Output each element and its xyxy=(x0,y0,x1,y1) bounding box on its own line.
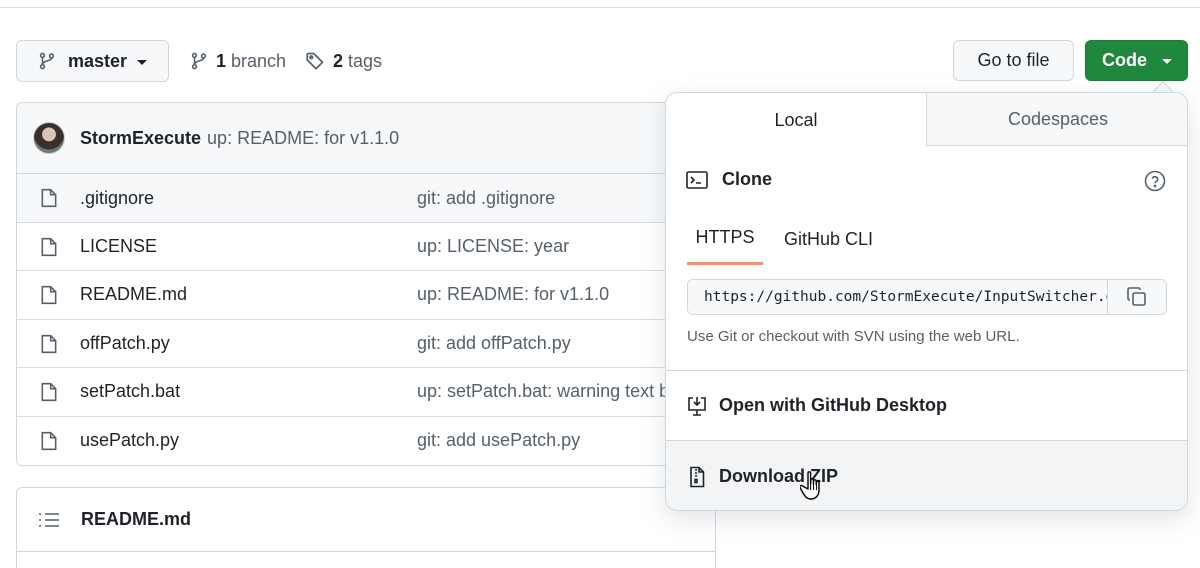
file-icon xyxy=(40,334,58,354)
file-list: StormExecute up: README: for v1.1.0 .git… xyxy=(16,102,716,466)
tags-count: 2 xyxy=(333,50,344,71)
file-name[interactable]: usePatch.py xyxy=(80,430,179,451)
table-row: LICENSE up: LICENSE: year xyxy=(17,222,715,270)
file-commit-message[interactable]: git: add offPatch.py xyxy=(417,333,571,354)
avatar[interactable] xyxy=(33,122,65,154)
chevron-down-icon xyxy=(1162,59,1172,64)
tab-github-cli[interactable]: GitHub CLI xyxy=(784,213,873,265)
file-name[interactable]: offPatch.py xyxy=(80,333,170,354)
tab-local[interactable]: Local xyxy=(666,93,927,147)
open-desktop-label: Open with GitHub Desktop xyxy=(719,395,947,415)
clone-heading: Clone xyxy=(686,169,772,190)
chevron-down-icon xyxy=(137,60,148,65)
download-zip[interactable]: Download ZIP xyxy=(666,441,1187,510)
open-with-github-desktop[interactable]: Open with GitHub Desktop xyxy=(666,371,1187,440)
copy-url-button[interactable] xyxy=(1108,280,1166,314)
git-branch-icon xyxy=(38,51,56,71)
list-unordered-icon[interactable] xyxy=(38,511,60,529)
git-branch-icon xyxy=(190,51,208,71)
clone-title: Clone xyxy=(722,169,773,189)
clone-url-group xyxy=(687,279,1167,315)
file-commit-message[interactable]: git: add .gitignore xyxy=(417,188,555,209)
file-zip-icon xyxy=(686,466,708,488)
branches-label: branch xyxy=(231,50,287,71)
tags-link[interactable]: 2 tags xyxy=(305,48,382,74)
code-button-label: Code xyxy=(1102,50,1147,70)
tag-icon xyxy=(305,51,325,71)
tab-https[interactable]: HTTPS xyxy=(687,213,763,265)
file-name[interactable]: README.md xyxy=(80,284,187,305)
table-row: offPatch.py git: add offPatch.py xyxy=(17,319,715,367)
file-commit-message[interactable]: up: README: for v1.1.0 xyxy=(417,284,609,305)
commit-author[interactable]: StormExecute xyxy=(80,128,201,149)
file-name[interactable]: LICENSE xyxy=(80,236,157,257)
readme-panel: README.md xyxy=(16,487,716,568)
branch-select-button[interactable]: master xyxy=(16,40,169,82)
terminal-icon xyxy=(686,170,708,190)
clone-protocol-tabs: HTTPS GitHub CLI xyxy=(666,213,1187,265)
tags-label: tags xyxy=(348,50,383,71)
clone-url-input[interactable] xyxy=(688,280,1108,314)
code-dropdown: Local Codespaces Clone HTTPS GitHub CLI … xyxy=(665,92,1188,511)
file-icon xyxy=(40,431,58,451)
code-dropdown-tabs: Local Codespaces xyxy=(666,93,1187,147)
table-row: usePatch.py git: add usePatch.py xyxy=(17,416,715,464)
readme-title[interactable]: README.md xyxy=(81,509,191,530)
table-row: setPatch.bat up: setPatch.bat: warning t… xyxy=(17,367,715,415)
commit-message[interactable]: up: README: for v1.1.0 xyxy=(207,128,399,149)
top-strip xyxy=(0,0,1200,8)
branches-count: 1 xyxy=(216,50,227,71)
desktop-download-icon xyxy=(686,395,708,417)
readme-header: README.md xyxy=(17,488,715,552)
file-icon xyxy=(40,285,58,305)
clone-hint: Use Git or checkout with SVN using the w… xyxy=(687,328,1020,345)
hand-pointer-cursor-icon xyxy=(800,470,826,504)
file-icon xyxy=(40,237,58,257)
question-icon[interactable] xyxy=(1144,170,1166,192)
file-name[interactable]: .gitignore xyxy=(80,188,154,209)
table-row: README.md up: README: for v1.1.0 xyxy=(17,270,715,318)
copy-icon xyxy=(1126,286,1148,308)
file-commit-message[interactable]: up: setPatch.bat: warning text b xyxy=(417,381,669,402)
file-icon xyxy=(40,382,58,402)
go-to-file-button[interactable]: Go to file xyxy=(953,40,1074,81)
branches-link[interactable]: 1 branch xyxy=(190,48,286,74)
table-row: .gitignore git: add .gitignore xyxy=(17,174,715,222)
code-button[interactable]: Code xyxy=(1085,40,1188,81)
file-name[interactable]: setPatch.bat xyxy=(80,381,180,402)
latest-commit-bar: StormExecute up: README: for v1.1.0 xyxy=(17,103,715,174)
tab-codespaces[interactable]: Codespaces xyxy=(927,93,1187,146)
branch-name: master xyxy=(68,50,128,71)
file-commit-message[interactable]: git: add usePatch.py xyxy=(417,430,580,451)
file-commit-message[interactable]: up: LICENSE: year xyxy=(417,236,569,257)
file-icon xyxy=(40,188,58,208)
